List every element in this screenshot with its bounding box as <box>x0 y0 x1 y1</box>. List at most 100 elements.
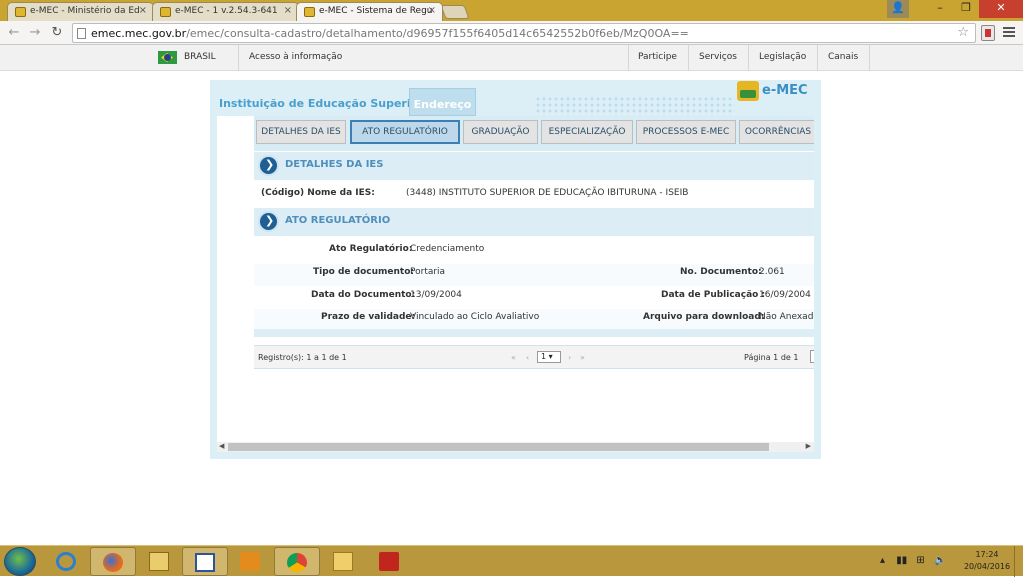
folder-icon <box>149 552 169 571</box>
chrome-icon <box>287 553 307 572</box>
govbar-link-legislacao[interactable]: Legislação <box>759 52 806 62</box>
divider <box>748 45 749 71</box>
clock[interactable]: 17:24 20/04/2016 <box>962 549 1012 573</box>
prev-page-button[interactable]: ‹ <box>526 353 529 362</box>
new-tab-button[interactable] <box>440 5 470 19</box>
records-count: Registro(s): 1 a 1 de 1 <box>258 353 347 362</box>
tipo-label: Tipo de documento: <box>313 267 415 277</box>
firefox-taskbar-icon[interactable] <box>90 547 136 576</box>
subtab-graduacao[interactable]: GRADUAÇÃO <box>463 120 538 144</box>
tab-strip: e-MEC - Ministério da Ed × e-MEC - 1 v.2… <box>0 0 1023 21</box>
mail-taskbar-icon[interactable] <box>321 547 367 576</box>
decorative-dots <box>535 96 735 116</box>
subtab-especializacao[interactable]: ESPECIALIZAÇÃO <box>541 120 633 144</box>
subtab-processos[interactable]: PROCESSOS E-MEC <box>636 120 736 144</box>
data-pub-label: Data de Publicação : <box>661 290 766 300</box>
browser-window: e-MEC - Ministério da Ed × e-MEC - 1 v.2… <box>0 0 1023 577</box>
last-page-button[interactable]: » <box>580 353 585 362</box>
scrollbar-thumb[interactable] <box>228 443 769 451</box>
firefox-icon <box>103 553 123 572</box>
section-header-detalhes: DETALHES DA IES <box>254 152 814 180</box>
reload-button[interactable]: ↻ <box>48 24 66 42</box>
close-tab-icon[interactable]: × <box>284 5 292 16</box>
ies-label: (Código) Nome da IES: <box>261 188 375 198</box>
show-hidden-icons[interactable]: ▴ <box>880 555 885 566</box>
brasil-link[interactable]: BRASIL <box>184 52 216 62</box>
favicon-icon <box>15 7 26 17</box>
arquivo-value[interactable]: Não Anexado <box>759 312 814 322</box>
user-icon[interactable]: 👤 <box>887 0 909 18</box>
num-label: No. Documento: <box>680 267 762 277</box>
bookmark-star-icon[interactable]: ☆ <box>957 25 969 40</box>
close-tab-icon[interactable]: × <box>428 5 436 16</box>
num-value: 2.061 <box>759 267 785 277</box>
tab-instituicao[interactable]: Instituição de Educação Superior <box>215 92 430 116</box>
data-doc-label: Data do Documento: <box>311 290 416 300</box>
browser-tab-3[interactable]: e-MEC - Sistema de Regu × <box>296 2 443 21</box>
browser-tab-1[interactable]: e-MEC - Ministério da Ed × <box>7 2 154 21</box>
first-page-button[interactable]: « <box>511 353 516 362</box>
minimize-button[interactable]: – <box>927 0 953 18</box>
acrobat-taskbar-icon[interactable] <box>367 547 413 576</box>
divider <box>817 45 818 71</box>
subtab-ocorrencias[interactable]: OCORRÊNCIAS <box>739 120 814 144</box>
section-arrow-icon <box>258 211 279 232</box>
ato-value: Credenciamento <box>410 244 485 254</box>
favicon-icon <box>160 7 171 17</box>
address-bar[interactable]: emec.mec.gov.br/emec/consulta-cadastro/d… <box>72 23 976 43</box>
data-doc-value: 13/09/2004 <box>410 290 462 300</box>
page-icon <box>77 28 86 39</box>
chrome-taskbar-icon[interactable] <box>274 547 320 576</box>
close-tab-icon[interactable]: × <box>139 5 147 16</box>
subtab-detalhes[interactable]: DETALHES DA IES <box>256 120 346 144</box>
explorer-taskbar-icon[interactable] <box>137 547 183 576</box>
access-info-link[interactable]: Acesso à informação <box>249 52 342 62</box>
start-button[interactable] <box>4 547 36 576</box>
forward-button[interactable]: → <box>26 24 44 42</box>
word-icon <box>195 553 215 572</box>
back-button[interactable]: ← <box>5 24 23 42</box>
scroll-left-icon[interactable]: ◀ <box>219 442 224 450</box>
subtab-bar: DETALHES DA IES ATO REGULATÓRIO GRADUAÇÃ… <box>254 116 814 151</box>
network-icon[interactable]: ▮▮ <box>896 555 907 566</box>
url-text: emec.mec.gov.br/emec/consulta-cadastro/d… <box>91 27 689 40</box>
govbar-link-canais[interactable]: Canais <box>828 52 858 62</box>
media-taskbar-icon[interactable] <box>228 547 274 576</box>
browser-tab-2[interactable]: e-MEC - 1 v.2.54.3-641 × <box>152 2 299 21</box>
section-footer <box>254 329 814 337</box>
tipo-value: Portaria <box>410 267 446 277</box>
govbar-link-participe[interactable]: Participe <box>638 52 677 62</box>
volume-icon[interactable]: 🔈 <box>934 555 946 566</box>
ie-taskbar-icon[interactable] <box>44 547 90 576</box>
show-desktop-button[interactable] <box>1014 546 1023 577</box>
horizontal-scrollbar[interactable]: ◀ ▶ <box>217 442 814 452</box>
pagination-bar: Registro(s): 1 a 1 de 1 « ‹ 1 ▾ › » Pági… <box>254 345 814 369</box>
browser-tab-title: e-MEC - Ministério da Ed <box>30 6 140 16</box>
word-taskbar-icon[interactable] <box>182 547 228 576</box>
divider <box>869 45 870 71</box>
close-window-button[interactable]: ✕ <box>979 0 1023 18</box>
url-host: emec.mec.gov.br <box>91 27 187 40</box>
language-icon[interactable]: ⊞ <box>916 555 924 566</box>
page-select[interactable]: 1 ▾ <box>537 351 561 363</box>
next-page-button[interactable]: › <box>568 353 571 362</box>
system-tray: ▴ ▮▮ ⊞ 🔈 <box>880 555 946 566</box>
ato-label: Ato Regulatório: <box>329 244 413 254</box>
internet-explorer-icon <box>56 552 76 571</box>
govbar-link-servicos[interactable]: Serviços <box>699 52 737 62</box>
extension-icon[interactable] <box>981 25 995 41</box>
media-player-icon <box>240 552 260 571</box>
url-path: /emec/consulta-cadastro/detalhamento/d96… <box>186 27 689 40</box>
address-toolbar: ← → ↻ emec.mec.gov.br/emec/consulta-cada… <box>0 21 1023 45</box>
maximize-button[interactable]: ❐ <box>953 0 979 18</box>
window-controls: 👤 – ❐ ✕ <box>887 0 1023 18</box>
ies-value: (3448) INSTITUTO SUPERIOR DE EDUCAÇÃO IB… <box>406 188 689 198</box>
tab-endereco[interactable]: Endereço <box>409 88 476 116</box>
subtab-ato-regulatorio[interactable]: ATO REGULATÓRIO <box>350 120 460 144</box>
browser-menu-icon[interactable] <box>1003 27 1015 39</box>
content-card: DETALHES DA IES ATO REGULATÓRIO GRADUAÇÃ… <box>217 116 814 452</box>
page-size-select[interactable] <box>810 350 814 363</box>
favicon-icon <box>304 7 315 17</box>
scroll-right-icon[interactable]: ▶ <box>806 442 811 450</box>
section-title: DETALHES DA IES <box>285 159 384 170</box>
